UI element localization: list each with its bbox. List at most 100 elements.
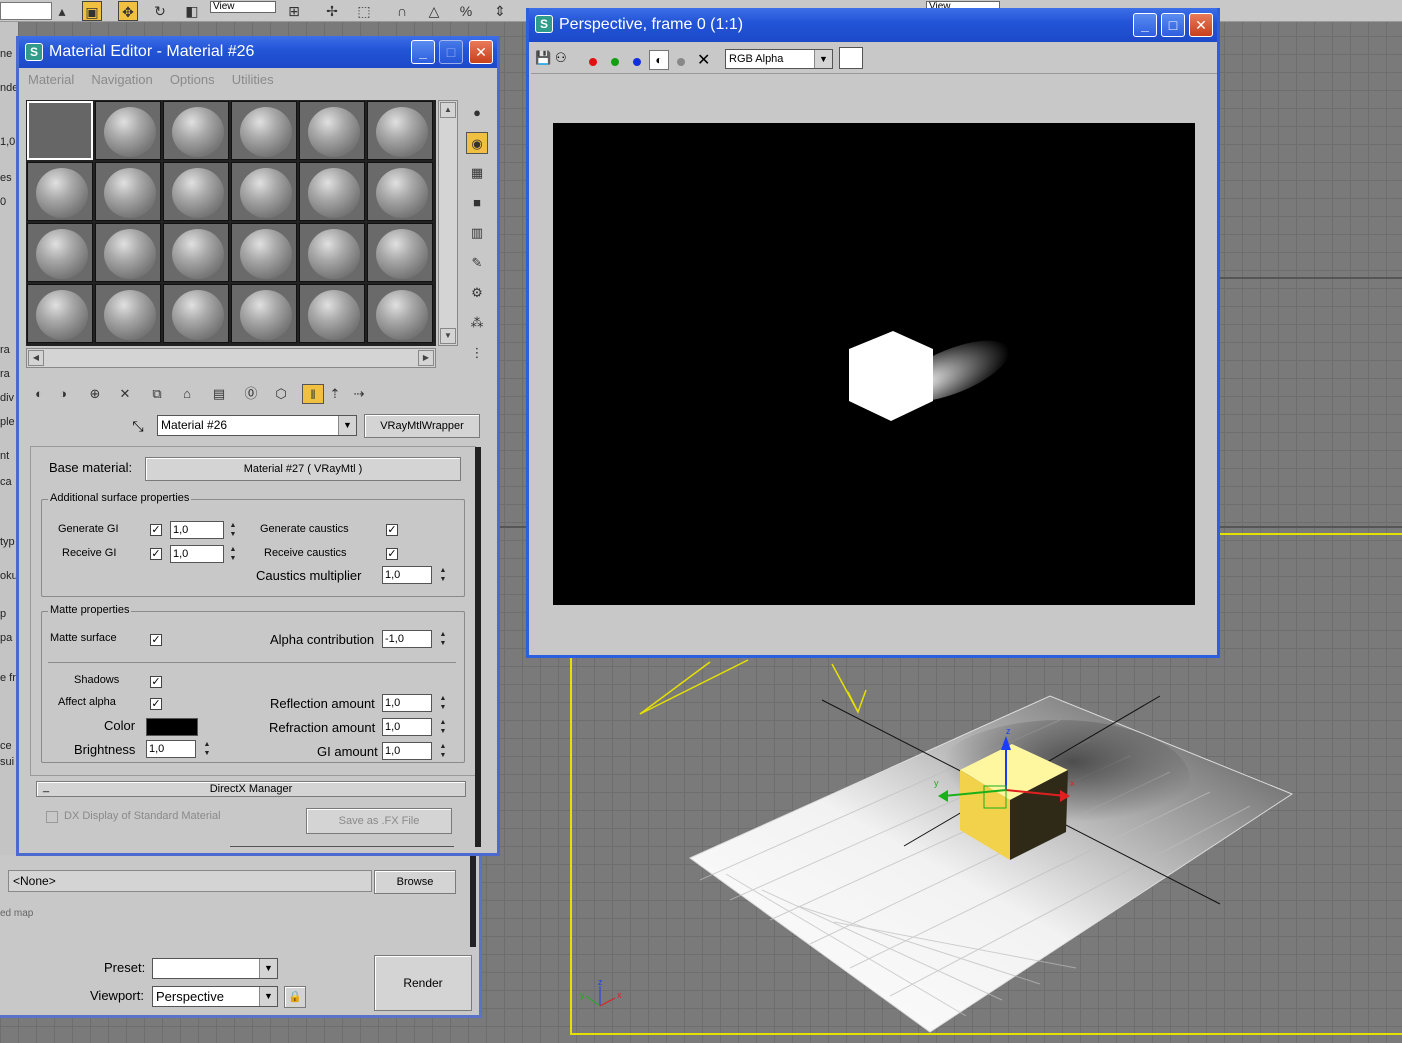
select-manipulate-icon[interactable]: ✢ [322, 1, 342, 21]
generate-gi-checkbox[interactable]: ✓ [150, 524, 162, 536]
sample-slot[interactable] [27, 101, 93, 160]
receive-gi-spinner[interactable]: 1,0 [170, 545, 224, 563]
lock-icon[interactable]: 🔒 [284, 986, 306, 1008]
sample-slot[interactable] [163, 162, 229, 221]
sample-slot[interactable] [27, 162, 93, 221]
scroll-left-icon[interactable]: ◀ [28, 350, 44, 366]
gi-amount-spinner[interactable]: 1,0 [382, 742, 432, 760]
slots-horizontal-scrollbar[interactable]: ◀ ▶ [26, 348, 436, 368]
close-icon[interactable]: ✕ [469, 40, 493, 64]
sample-slot[interactable] [163, 101, 229, 160]
browse-button[interactable]: Browse [374, 870, 456, 894]
slots-vertical-scrollbar[interactable]: ▲ ▼ [438, 100, 458, 346]
rollout-scrollbar[interactable] [475, 447, 481, 847]
material-map-navigator-icon[interactable]: ⋮ [466, 342, 488, 364]
menu-navigation[interactable]: Navigation [84, 70, 159, 90]
pivot-icon[interactable]: ⊞ [284, 1, 304, 21]
show-map-in-viewport-icon[interactable]: ⬡ [270, 384, 292, 404]
rendered-image[interactable] [553, 123, 1195, 605]
put-to-library-icon[interactable]: ▤ [208, 384, 230, 404]
base-material-button[interactable]: Material #27 ( VRayMtl ) [145, 457, 461, 481]
reference-coordinate-combo[interactable]: View [210, 1, 276, 13]
matte-color-swatch[interactable] [146, 718, 198, 736]
refraction-amount-spinner[interactable]: 1,0 [382, 718, 432, 736]
sample-slot[interactable] [163, 284, 229, 343]
selection-set-field[interactable] [0, 2, 52, 20]
sample-slot[interactable] [27, 284, 93, 343]
caustics-multiplier-spinner[interactable]: 1,0 [382, 566, 432, 584]
minimize-icon[interactable]: _ [411, 40, 435, 64]
sample-slot[interactable] [27, 223, 93, 282]
render-button[interactable]: Render [374, 955, 472, 1011]
material-name-combo[interactable]: Material #26 ▼ [157, 415, 357, 436]
make-preview-icon[interactable]: ✎ [466, 252, 488, 274]
spinner-arrows-icon[interactable]: ▲ ▼ [228, 545, 238, 563]
assign-material-icon[interactable]: ⊕ [84, 384, 106, 404]
menu-material[interactable]: Material [21, 70, 81, 90]
viewport-combo[interactable]: Perspective ▼ [152, 986, 278, 1007]
close-icon[interactable]: ✕ [1189, 13, 1213, 37]
snap-toggle-icon[interactable]: ∩ [392, 1, 412, 21]
sample-type-icon[interactable]: ● [466, 102, 488, 124]
dropdown-arrow-icon[interactable]: ▴ [52, 1, 72, 21]
spinner-arrows-icon[interactable]: ▲ ▼ [202, 740, 212, 758]
scroll-right-icon[interactable]: ▶ [418, 350, 434, 366]
background-checker-icon[interactable]: ▦ [466, 162, 488, 184]
alpha-channel-icon[interactable]: ◐ [649, 50, 669, 70]
select-by-material-icon[interactable]: ⁂ [466, 312, 488, 334]
matte-surface-checkbox[interactable]: ✓ [150, 634, 162, 646]
keyboard-shortcut-icon[interactable]: ⬚ [354, 1, 374, 21]
spinner-arrows-icon[interactable]: ▲ ▼ [438, 566, 448, 584]
clone-icon[interactable]: ⚇ [555, 50, 567, 66]
save-icon[interactable]: 💾 [535, 50, 551, 66]
menu-options[interactable]: Options [163, 70, 222, 90]
dx-display-checkbox[interactable] [46, 811, 58, 823]
material-type-button[interactable]: VRayMtlWrapper [364, 414, 480, 438]
channel-combo[interactable]: RGB Alpha ▼ [725, 49, 833, 69]
angle-snap-icon[interactable]: △ [424, 1, 444, 21]
scroll-up-icon[interactable]: ▲ [440, 102, 456, 118]
clear-icon[interactable]: ✕ [697, 50, 710, 70]
preset-combo[interactable]: ▼ [152, 958, 278, 979]
select-object-icon[interactable]: ▣ [82, 1, 102, 21]
alpha-contribution-spinner[interactable]: -1,0 [382, 630, 432, 648]
frame-window-titlebar[interactable]: S Perspective, frame 0 (1:1) _ □ ✕ [529, 8, 1217, 42]
green-channel-icon[interactable] [611, 58, 619, 66]
menu-utilities[interactable]: Utilities [225, 70, 281, 90]
reflection-amount-spinner[interactable]: 1,0 [382, 694, 432, 712]
map-slot-field[interactable]: <None> [8, 870, 372, 892]
move-icon[interactable]: ✥ [118, 1, 138, 21]
monochrome-icon[interactable] [677, 58, 685, 66]
sample-slot[interactable] [231, 284, 297, 343]
receive-caustics-checkbox[interactable]: ✓ [386, 548, 398, 560]
maximize-icon[interactable]: □ [439, 40, 463, 64]
sample-uv-tiling-icon[interactable]: ■ [466, 192, 488, 214]
show-end-result-icon[interactable]: ‖ [302, 384, 324, 404]
make-copy-icon[interactable]: ⧉ [146, 384, 168, 404]
spinner-arrows-icon[interactable]: ▲ ▼ [438, 718, 448, 736]
scale-icon[interactable]: ◧ [182, 1, 202, 21]
scroll-down-icon[interactable]: ▼ [440, 328, 456, 344]
put-material-to-scene-icon[interactable]: ◑ [52, 384, 74, 404]
minimize-icon[interactable]: _ [1133, 13, 1157, 37]
generate-caustics-checkbox[interactable]: ✓ [386, 524, 398, 536]
spinner-arrows-icon[interactable]: ▲ ▼ [228, 521, 238, 539]
material-editor-titlebar[interactable]: S Material Editor - Material #26 _ □ ✕ [19, 36, 497, 68]
material-effects-channel-icon[interactable]: ⓪ [240, 384, 262, 404]
make-unique-icon[interactable]: ⌂ [176, 384, 198, 404]
receive-gi-checkbox[interactable]: ✓ [150, 548, 162, 560]
video-color-check-icon[interactable]: ▥ [466, 222, 488, 244]
options-icon[interactable]: ⚙ [466, 282, 488, 304]
blue-channel-icon[interactable] [633, 58, 641, 66]
sample-slot[interactable] [367, 101, 433, 160]
sample-slot[interactable] [367, 223, 433, 282]
shadows-checkbox[interactable]: ✓ [150, 676, 162, 688]
reset-map-icon[interactable]: ✕ [114, 384, 136, 404]
pick-material-from-object-icon[interactable]: ⤡ [128, 416, 148, 436]
sample-slot[interactable] [299, 162, 365, 221]
sample-slot[interactable] [95, 162, 161, 221]
sample-slot[interactable] [231, 162, 297, 221]
backlight-icon[interactable]: ◉ [466, 132, 488, 154]
sample-slot[interactable] [163, 223, 229, 282]
go-forward-to-sibling-icon[interactable]: ⇢ [348, 384, 370, 404]
